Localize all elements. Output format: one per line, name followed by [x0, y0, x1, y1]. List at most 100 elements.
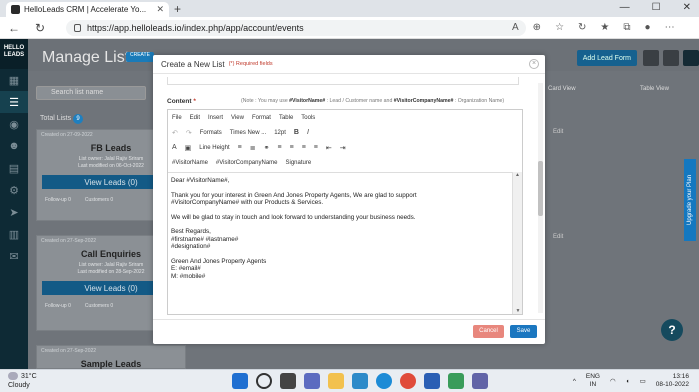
- url-field[interactable]: https://app.helloleads.io/index.php/app/…: [66, 20, 526, 36]
- refresh-page-icon[interactable]: ↻: [578, 22, 586, 33]
- settings-icon[interactable]: ⚙: [0, 179, 28, 201]
- more-icon[interactable]: ⋯: [665, 22, 675, 33]
- store-icon[interactable]: [352, 373, 368, 389]
- close-tab-icon[interactable]: ✕: [156, 4, 164, 15]
- favorite-icon[interactable]: ☆: [555, 22, 564, 33]
- chevron-up-icon[interactable]: ^: [573, 378, 576, 385]
- language-indicator[interactable]: ENG IN: [586, 373, 600, 389]
- insert-visitor-company[interactable]: #VisitorCompanyName: [216, 160, 278, 166]
- lists-icon[interactable]: ☰: [0, 91, 28, 113]
- undo-icon[interactable]: ↶: [172, 129, 178, 137]
- clock[interactable]: 13:16 08-10-2022: [656, 373, 689, 389]
- scroll-down-icon[interactable]: ▼: [513, 308, 523, 314]
- menu-insert[interactable]: Insert: [208, 115, 223, 121]
- menu-edit[interactable]: Edit: [190, 115, 200, 121]
- editor-scrollbar[interactable]: ▲ ▼: [512, 172, 522, 314]
- word-icon[interactable]: [424, 373, 440, 389]
- collections-icon[interactable]: ⧉: [623, 22, 630, 33]
- report-icon[interactable]: ▤: [0, 157, 28, 179]
- note-prefix: (Note : You may use: [241, 98, 288, 104]
- save-button[interactable]: Save: [510, 325, 537, 338]
- menu-format[interactable]: Format: [252, 115, 271, 121]
- help-icon[interactable]: ?: [661, 319, 683, 341]
- zoom-icon[interactable]: ⊕: [533, 22, 541, 33]
- wifi-icon[interactable]: ◠: [610, 377, 616, 385]
- chat-icon[interactable]: [304, 373, 320, 389]
- align-justify-icon[interactable]: ≡: [314, 144, 318, 151]
- search-icon[interactable]: [256, 373, 272, 389]
- signature-dropdown[interactable]: Signature: [286, 160, 312, 166]
- leads-icon[interactable]: ◉: [0, 113, 28, 135]
- menu-tools[interactable]: Tools: [301, 115, 315, 121]
- teams-icon[interactable]: [472, 373, 488, 389]
- weather-widget[interactable]: 31°C Cloudy: [8, 372, 37, 390]
- user-avatar[interactable]: [683, 50, 699, 66]
- italic-icon[interactable]: I: [307, 129, 309, 136]
- read-aloud-icon[interactable]: A: [512, 22, 519, 33]
- edit-link[interactable]: Edit: [553, 129, 563, 135]
- browser-tab[interactable]: HelloLeads CRM | Accelerate Yo... ✕: [6, 2, 169, 17]
- volume-icon[interactable]: ◖: [626, 378, 630, 385]
- minimize-icon[interactable]: —: [620, 2, 630, 13]
- cancel-button[interactable]: Cancel: [473, 325, 504, 338]
- outdent-icon[interactable]: ⇤: [326, 144, 332, 152]
- paragraph-1: Thank you for your interest in Green And…: [171, 192, 509, 207]
- menu-view[interactable]: View: [231, 115, 244, 121]
- insert-visitor-name[interactable]: #VisitorName: [172, 160, 208, 166]
- formats-dropdown[interactable]: Formats: [200, 130, 222, 136]
- text-color-icon[interactable]: A: [172, 144, 177, 151]
- font-size-dropdown[interactable]: 12pt: [274, 130, 286, 136]
- bullet-list-icon[interactable]: ≡: [238, 144, 242, 151]
- redo-icon[interactable]: ↷: [186, 129, 192, 137]
- line-height-dropdown[interactable]: Line Height: [199, 145, 229, 151]
- edge-icon[interactable]: [376, 373, 392, 389]
- profile-icon[interactable]: ●: [645, 22, 651, 33]
- required-note: (*) Required fields: [228, 61, 273, 67]
- chart-icon[interactable]: ▥: [0, 223, 28, 245]
- favorites-bar-icon[interactable]: ★: [600, 22, 609, 33]
- battery-icon[interactable]: ▭: [640, 377, 646, 385]
- align-center-icon[interactable]: ≡: [290, 144, 294, 151]
- font-dropdown[interactable]: Times New ...: [230, 130, 266, 136]
- background-color-icon[interactable]: ▣: [185, 144, 192, 152]
- app-logo[interactable]: HELLO LEADS: [0, 39, 28, 69]
- edit-link[interactable]: Edit: [553, 234, 563, 240]
- windows-start-icon[interactable]: [232, 373, 248, 389]
- modal-scroll-thumb[interactable]: [538, 161, 543, 216]
- new-tab-icon[interactable]: +: [174, 2, 181, 16]
- search-list-input[interactable]: Search list name: [36, 86, 146, 100]
- users-icon[interactable]: ☻: [0, 135, 28, 157]
- add-lead-form-button[interactable]: Add Lead Form: [576, 50, 637, 66]
- indent-icon[interactable]: ⇥: [340, 144, 346, 152]
- table-view-toggle[interactable]: Table View: [640, 86, 669, 92]
- file-explorer-icon[interactable]: [328, 373, 344, 389]
- close-window-icon[interactable]: ✕: [683, 2, 691, 13]
- chrome-icon[interactable]: [400, 373, 416, 389]
- maximize-icon[interactable]: ☐: [652, 2, 661, 13]
- link-icon[interactable]: ⚭: [264, 144, 270, 152]
- scroll-up-icon[interactable]: ▲: [513, 172, 522, 178]
- create-list-button[interactable]: CREATE: [126, 52, 154, 62]
- bold-icon[interactable]: B: [294, 129, 299, 136]
- back-icon[interactable]: ←: [8, 21, 20, 35]
- notification-icon[interactable]: ✉: [0, 245, 28, 267]
- numbered-list-icon[interactable]: ≣: [250, 144, 256, 152]
- align-left-icon[interactable]: ≡: [278, 144, 282, 151]
- card-view-toggle[interactable]: Card View: [548, 86, 576, 92]
- menu-table[interactable]: Table: [279, 115, 293, 121]
- previous-field[interactable]: [167, 77, 519, 85]
- dashboard-icon[interactable]: ▦: [0, 69, 28, 91]
- grid-icon[interactable]: [643, 50, 659, 66]
- excel-icon[interactable]: [448, 373, 464, 389]
- modal-scrollbar[interactable]: [538, 83, 543, 313]
- close-icon[interactable]: ×: [529, 59, 539, 69]
- send-icon[interactable]: ➤: [0, 201, 28, 223]
- list-card[interactable]: Created on 27-Sep-2022 Sample Leads: [36, 345, 186, 369]
- refresh-icon[interactable]: ↻: [35, 21, 45, 35]
- task-view-icon[interactable]: [280, 373, 296, 389]
- gear-icon[interactable]: [663, 50, 679, 66]
- menu-file[interactable]: File: [172, 115, 182, 121]
- editor-body[interactable]: Dear #VisitorName#, Thank you for your i…: [168, 172, 512, 314]
- upgrade-plan-tab[interactable]: Upgrade your Plan: [684, 159, 696, 241]
- align-right-icon[interactable]: ≡: [302, 144, 306, 151]
